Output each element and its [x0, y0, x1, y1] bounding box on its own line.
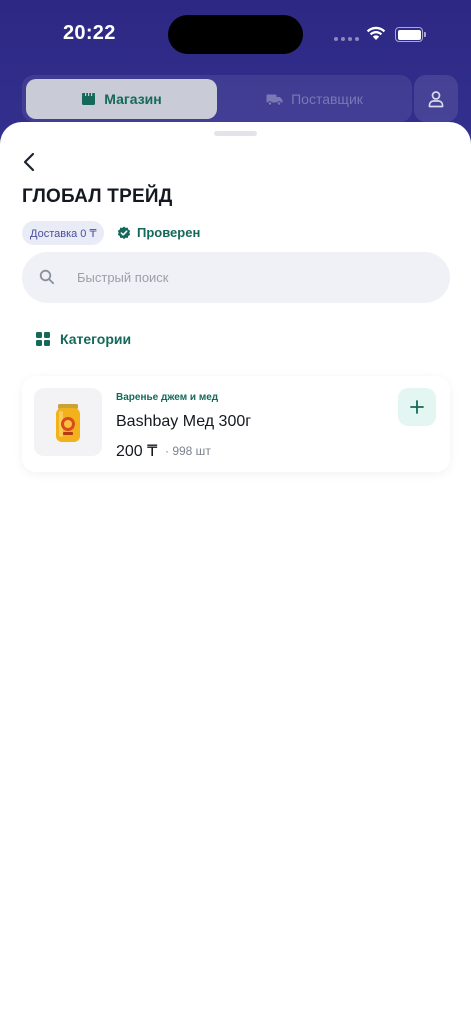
product-category: Варенье джем и мед — [116, 392, 219, 403]
grid-icon — [36, 332, 50, 346]
status-time: 20:22 — [63, 22, 116, 44]
back-chevron-icon[interactable] — [18, 149, 44, 175]
honey-jar-image — [56, 404, 80, 442]
store-title: ГЛОБАЛ ТРЕЙД — [22, 186, 173, 207]
product-name: Bashbay Мед 300г — [116, 413, 252, 430]
battery-icon — [395, 27, 427, 42]
verified-badge-icon — [117, 226, 131, 239]
search-input[interactable] — [77, 252, 437, 303]
search-icon — [39, 269, 55, 285]
product-image — [34, 388, 102, 456]
store-icon — [82, 93, 96, 105]
sheet-grabber[interactable] — [214, 131, 257, 136]
verified-status: Проверен — [117, 225, 200, 240]
tab-supplier[interactable]: Поставщик — [221, 79, 408, 119]
product-card[interactable]: Варенье джем и мед Bashbay Мед 300г 200 … — [22, 376, 450, 472]
status-bar: 20:22 — [0, 0, 471, 70]
product-stock: · 998 шт — [165, 444, 211, 458]
cellular-signal-icon — [334, 37, 359, 41]
categories-label: Категории — [60, 331, 132, 347]
categories-button[interactable]: Категории — [36, 331, 131, 347]
tab-store[interactable]: Магазин — [26, 79, 217, 119]
mode-switch: Магазин Поставщик — [22, 75, 412, 122]
tab-store-label: Магазин — [104, 91, 162, 107]
wifi-icon — [366, 26, 386, 40]
profile-button[interactable] — [414, 75, 458, 122]
verified-label: Проверен — [137, 225, 201, 240]
dynamic-island — [168, 15, 303, 54]
plus-icon — [410, 400, 424, 414]
user-icon — [428, 90, 444, 107]
delivery-badge: Доставка 0 ₸ — [22, 221, 105, 245]
tab-supplier-label: Поставщик — [291, 91, 363, 107]
add-to-cart-button[interactable] — [398, 388, 436, 426]
truck-icon — [266, 94, 283, 106]
search-bar — [22, 252, 450, 303]
store-sheet: ГЛОБАЛ ТРЕЙД Доставка 0 ₸ Проверен Катег… — [0, 122, 471, 1024]
product-price: 200 ₸ — [116, 443, 158, 460]
